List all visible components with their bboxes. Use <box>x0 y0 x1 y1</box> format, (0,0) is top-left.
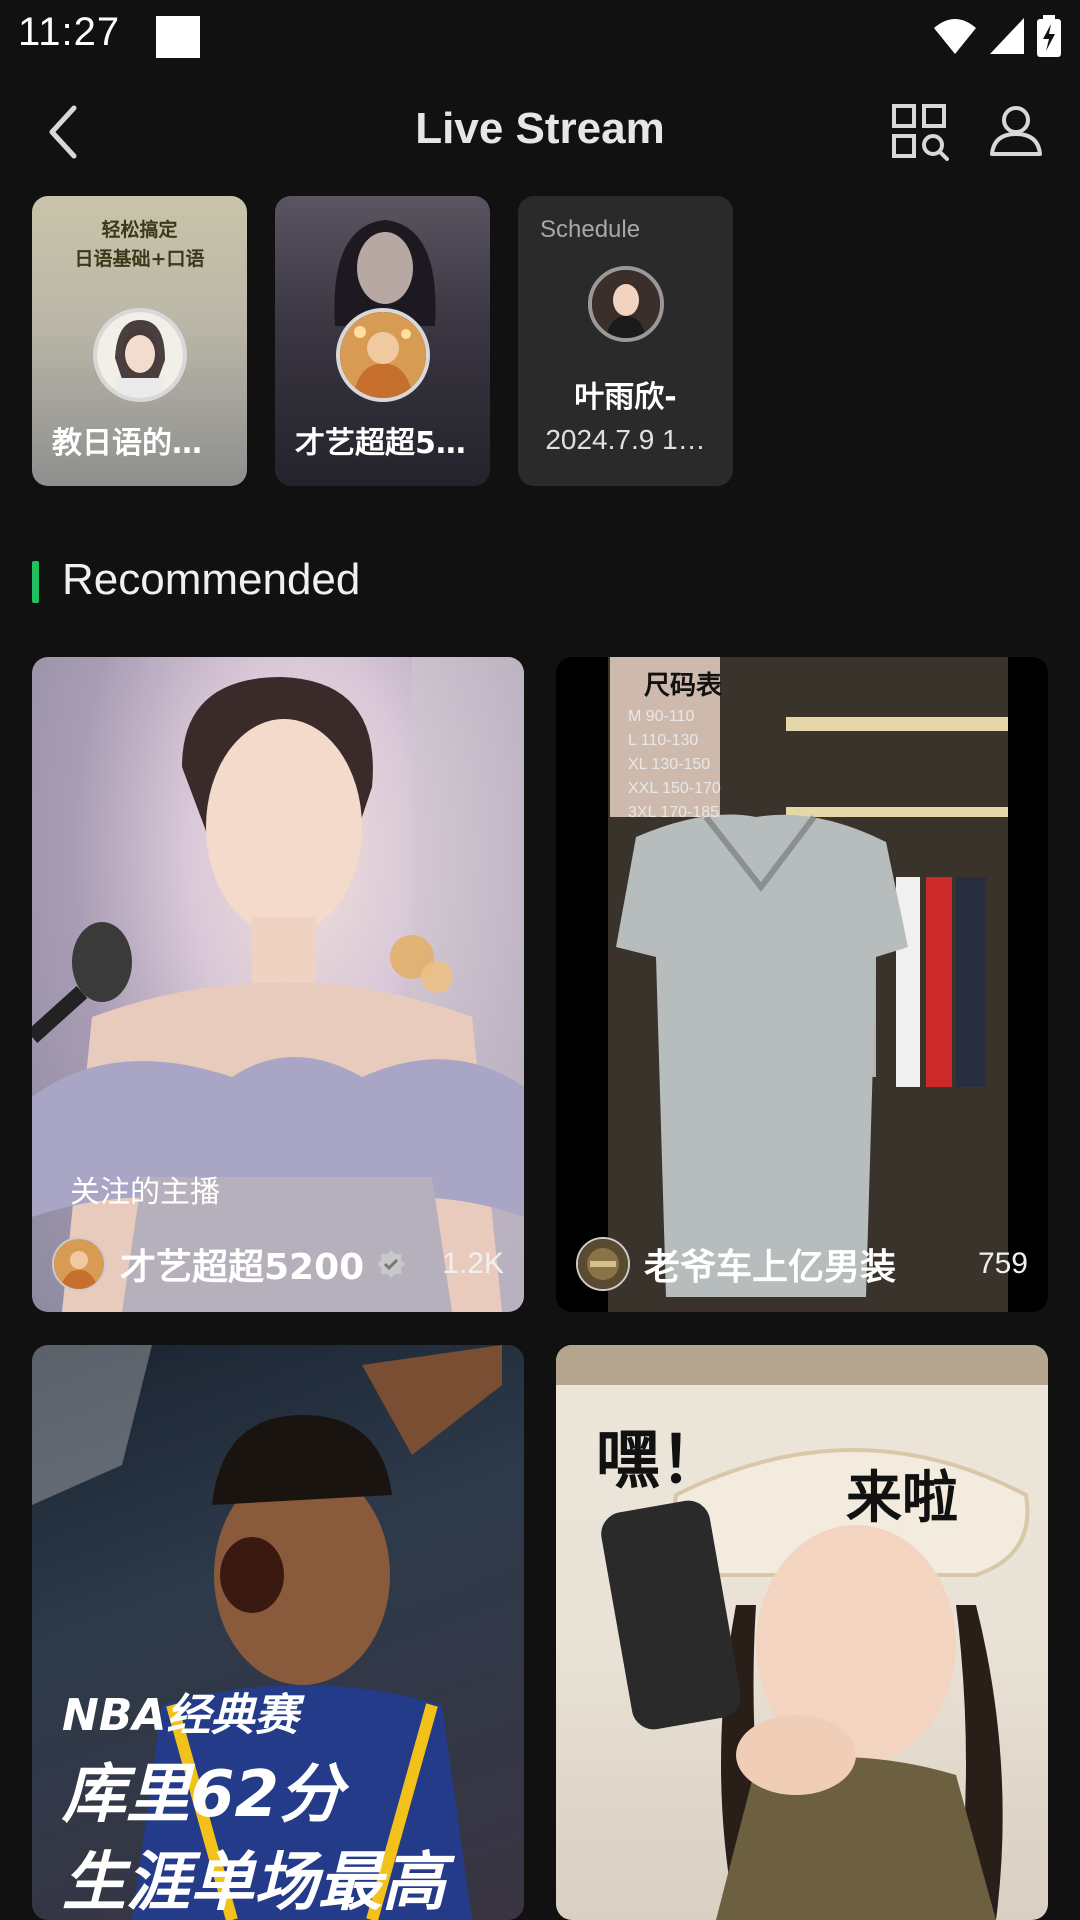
card-footer: 才艺超超5200 1.2K <box>52 1236 504 1292</box>
card-footer: 老爷车上亿男装 759 <box>576 1236 1028 1292</box>
size-chart-title: 尺码表 <box>644 671 723 701</box>
schedule-time: 2024.7.9 1… <box>545 424 706 455</box>
battery-icon <box>1037 15 1061 57</box>
story-banner: 轻松搞定 日语基础+口语 <box>32 216 247 274</box>
avatar <box>336 308 430 402</box>
section-accent-bar <box>32 561 39 603</box>
signal-icon <box>990 18 1024 54</box>
overlay-headline: 生涯单场最高 <box>62 1846 446 1920</box>
size-chart: M 90-110 L 110-130 XL 130-150 XXL 150-17… <box>628 705 721 825</box>
streamer-name: 才艺超超5200 <box>120 1247 365 1288</box>
status-icons <box>932 14 1062 58</box>
avatar <box>588 266 664 342</box>
size-row: L 110-130 <box>628 732 699 749</box>
avatar <box>93 308 187 402</box>
section-title: Recommended <box>62 555 361 604</box>
verified-icon <box>377 1250 406 1278</box>
avatar <box>576 1237 630 1291</box>
live-card[interactable]: 尺码表 M 90-110 L 110-130 XL 130-150 XXL 15… <box>556 657 1048 1312</box>
status-bar: 11:27 <box>0 0 1080 72</box>
size-row: 3XL 170-185 <box>628 804 720 821</box>
overlay-headline: 嘿！ <box>596 1424 724 1498</box>
story-name: 才艺超超5… <box>295 426 466 461</box>
live-card[interactable]: 嘿！ 来啦 <box>556 1345 1048 1920</box>
story-card[interactable]: 才艺超超5… <box>275 196 490 486</box>
story-name: 教日语的… <box>52 426 202 461</box>
avatar <box>52 1237 106 1291</box>
schedule-streamer-name: 叶雨欣- <box>574 380 677 415</box>
schedule-label: Schedule <box>540 216 641 243</box>
overlay-headline: 库里62分 <box>62 1758 344 1832</box>
status-time: 11:27 <box>18 10 121 54</box>
viewer-count: 759 <box>977 1247 1028 1280</box>
overlay-headline: 来啦 <box>846 1466 958 1531</box>
streamer-name: 老爷车上亿男装 <box>644 1247 897 1288</box>
size-row: XL 130-150 <box>628 756 711 773</box>
schedule-card[interactable]: Schedule 叶雨欣- 2024.7.9 1… <box>518 196 733 486</box>
wifi-icon <box>934 19 976 54</box>
notification-icon <box>156 16 200 58</box>
live-card[interactable]: NBA经典赛 库里62分 生涯单场最高 <box>32 1345 524 1920</box>
scan-search-icon[interactable] <box>890 102 950 162</box>
banner-line: 日语基础+口语 <box>74 248 205 270</box>
size-row: M 90-110 <box>628 708 695 725</box>
live-card[interactable]: 关注的主播 才艺超超5200 1.2K <box>32 657 524 1312</box>
story-card[interactable]: 轻松搞定 日语基础+口语 教日语的… <box>32 196 247 486</box>
viewer-count: 1.2K <box>442 1247 504 1280</box>
banner-line: 轻松搞定 <box>101 219 178 241</box>
overlay-headline: NBA经典赛 <box>62 1690 299 1741</box>
followed-streamer-tag: 关注的主播 <box>70 1175 220 1210</box>
profile-icon[interactable] <box>988 102 1044 158</box>
size-row: XXL 150-170 <box>628 780 721 797</box>
live-story-row: 轻松搞定 日语基础+口语 教日语的… 才艺超超5… Schedule 叶雨欣- … <box>32 196 733 486</box>
stream-thumbnail <box>32 657 524 1312</box>
header: Live Stream <box>0 72 1080 192</box>
